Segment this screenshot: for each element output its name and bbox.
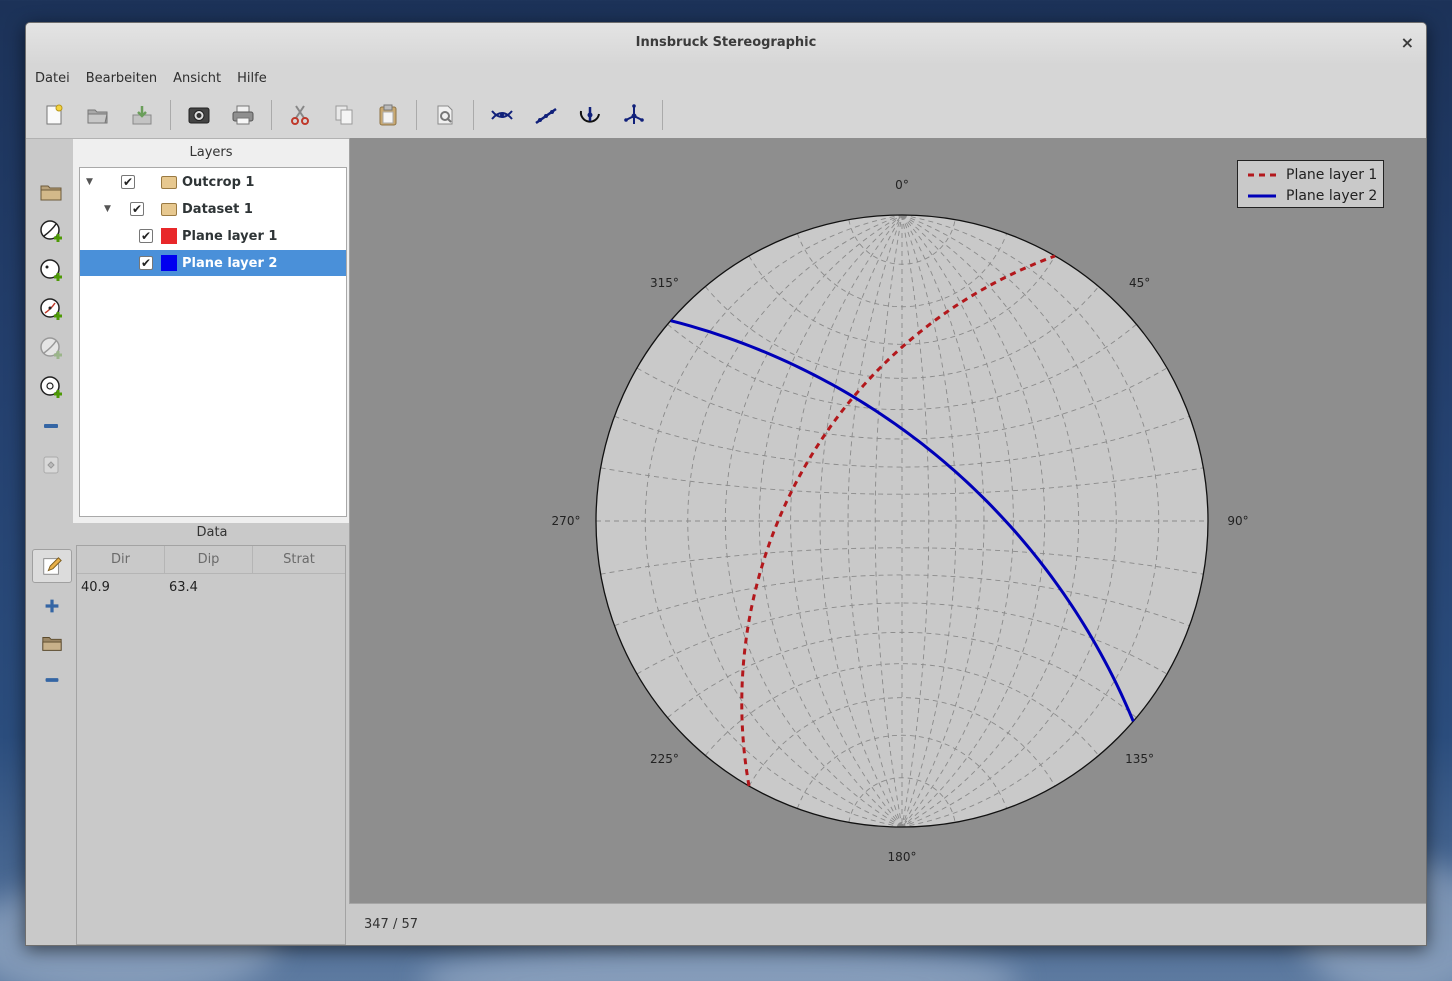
import-data-icon[interactable] xyxy=(32,626,72,660)
status-bar: 347 / 57 xyxy=(349,903,1426,945)
layer-tree-item-plane-layer-2[interactable]: ✔ Plane layer 2 xyxy=(80,250,346,276)
print-icon[interactable] xyxy=(225,97,261,133)
legend-dashed-line-icon xyxy=(1248,173,1276,177)
cell-strat[interactable] xyxy=(253,574,341,602)
layer-tools-strip xyxy=(26,139,76,945)
layer-color-swatch[interactable] xyxy=(161,255,177,271)
layer-label: Dataset 1 xyxy=(182,201,253,217)
table-row[interactable]: 40.9 63.4 xyxy=(77,574,345,602)
layer-label: Plane layer 1 xyxy=(182,228,278,244)
toolbar xyxy=(26,91,1426,139)
layer-checkbox[interactable]: ✔ xyxy=(139,256,153,270)
layer-label: Plane layer 2 xyxy=(182,255,278,271)
cut-icon[interactable] xyxy=(282,97,318,133)
layer-tree[interactable]: ▼ ✔ Outcrop 1 ▼ ✔ Dataset 1 ✔ Plane laye… xyxy=(79,167,347,517)
add-line-layer-icon[interactable] xyxy=(38,257,64,283)
paste-icon[interactable] xyxy=(370,97,406,133)
toolbar-separator xyxy=(416,99,417,130)
plot-legend: Plane layer 1 Plane layer 2 xyxy=(1237,160,1384,208)
layer-checkbox[interactable]: ✔ xyxy=(130,202,144,216)
menu-ansicht[interactable]: Ansicht xyxy=(165,71,229,86)
add-plane-layer-icon[interactable] xyxy=(38,218,64,244)
stereonet-plot-area[interactable]: 0° 45° 90° 135° 180° 225° 270° 315° Plane layer… xyxy=(349,138,1427,903)
open-project-icon[interactable] xyxy=(80,97,116,133)
column-header-strat[interactable]: Strat xyxy=(253,546,345,573)
toolbar-separator xyxy=(170,99,171,130)
layer-tree-item-plane-layer-1[interactable]: ✔ Plane layer 1 xyxy=(80,223,346,249)
close-button[interactable]: × xyxy=(1401,23,1414,63)
menu-bearbeiten[interactable]: Bearbeiten xyxy=(78,71,165,86)
edit-data-icon[interactable] xyxy=(32,549,72,583)
app-window: Innsbruck Stereographic × Datei Bearbeit… xyxy=(25,22,1427,946)
menu-datei[interactable]: Datei xyxy=(27,71,78,86)
direction-label: 315° xyxy=(649,276,679,291)
layer-color-swatch[interactable] xyxy=(161,228,177,244)
screenshot-icon[interactable] xyxy=(181,97,217,133)
toolbar-separator xyxy=(271,99,272,130)
add-smallcircle-layer-icon[interactable] xyxy=(38,296,64,322)
direction-label: 180° xyxy=(887,850,917,864)
expand-arrow-icon[interactable]: ▼ xyxy=(86,177,93,187)
rotation-icon[interactable] xyxy=(572,97,608,133)
add-folder-icon[interactable] xyxy=(38,179,64,205)
add-data-row-icon[interactable] xyxy=(32,589,72,623)
table-header: Dir Dip Strat xyxy=(77,546,345,574)
eigenvector-icon[interactable] xyxy=(616,97,652,133)
direction-label: 135° xyxy=(1125,751,1155,766)
toolbar-separator xyxy=(662,99,663,130)
layer-properties-icon[interactable] xyxy=(38,452,64,478)
menu-bar: Datei Bearbeiten Ansicht Hilfe xyxy=(26,65,1426,91)
settings-icon[interactable] xyxy=(427,97,463,133)
plane-intersection-icon[interactable] xyxy=(484,97,520,133)
add-faultplane-layer-icon[interactable] xyxy=(38,335,64,361)
direction-label: 90° xyxy=(1227,514,1249,528)
remove-data-row-icon[interactable] xyxy=(32,663,72,697)
stereonet-grid xyxy=(595,214,1209,828)
direction-label: 0° xyxy=(895,178,909,192)
remove-layer-icon[interactable] xyxy=(38,413,64,439)
cursor-coordinates: 347 / 57 xyxy=(364,917,418,932)
stereonet-canvas[interactable] xyxy=(350,138,1427,903)
menu-hilfe[interactable]: Hilfe xyxy=(229,71,275,86)
toolbar-separator xyxy=(473,99,474,130)
add-contour-layer-icon[interactable] xyxy=(38,374,64,400)
direction-label: 270° xyxy=(551,514,581,528)
data-table[interactable]: Dir Dip Strat 40.9 63.4 xyxy=(76,545,346,945)
legend-entry-plane-layer-2: Plane layer 2 xyxy=(1246,186,1381,206)
column-header-dir[interactable]: Dir xyxy=(77,546,165,573)
save-project-icon[interactable] xyxy=(124,97,160,133)
expand-arrow-icon[interactable]: ▼ xyxy=(104,204,111,214)
data-panel-title: Data xyxy=(196,525,228,540)
layer-checkbox[interactable]: ✔ xyxy=(121,175,135,189)
layer-label: Outcrop 1 xyxy=(182,174,255,190)
layers-panel-title: Layers xyxy=(189,145,233,160)
title-bar: Innsbruck Stereographic × xyxy=(26,23,1426,65)
folder-icon xyxy=(161,175,177,189)
layers-panel: Layers ▼ ✔ Outcrop 1 ▼ ✔ Dataset 1 ✔ Pla… xyxy=(73,139,349,523)
linear-fit-icon[interactable] xyxy=(528,97,564,133)
direction-label: 45° xyxy=(1128,276,1151,291)
folder-icon xyxy=(161,202,177,216)
layer-tree-item-outcrop[interactable]: ▼ ✔ Outcrop 1 xyxy=(80,169,346,195)
new-project-icon[interactable] xyxy=(36,97,72,133)
direction-label: 225° xyxy=(649,751,679,766)
window-title: Innsbruck Stereographic xyxy=(635,35,817,50)
copy-icon[interactable] xyxy=(326,97,362,133)
layer-checkbox[interactable]: ✔ xyxy=(139,229,153,243)
column-header-dip[interactable]: Dip xyxy=(165,546,253,573)
legend-label: Plane layer 2 xyxy=(1286,188,1378,204)
cell-dir[interactable]: 40.9 xyxy=(77,574,165,602)
cell-dip[interactable]: 63.4 xyxy=(165,574,253,602)
layer-tree-item-dataset[interactable]: ▼ ✔ Dataset 1 xyxy=(80,196,346,222)
legend-entry-plane-layer-1: Plane layer 1 xyxy=(1246,165,1381,185)
legend-label: Plane layer 1 xyxy=(1286,167,1378,183)
legend-solid-line-icon xyxy=(1248,194,1276,198)
